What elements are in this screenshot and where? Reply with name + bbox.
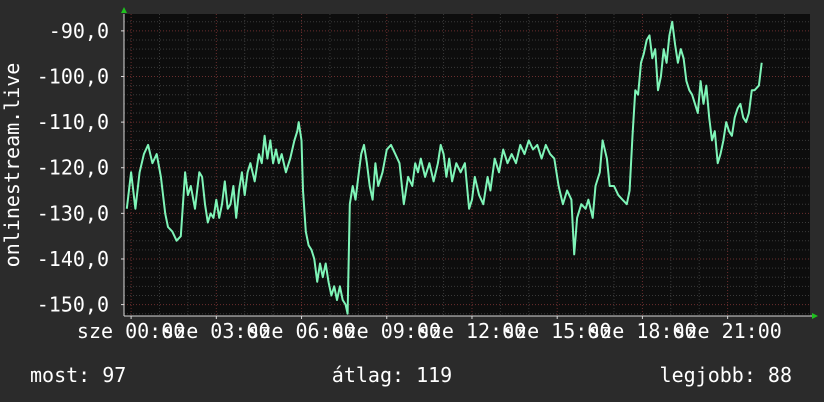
y-tick-label: -130,0 — [37, 201, 109, 225]
x-tick-label: sze 21:00 — [673, 319, 781, 343]
stat-2: legjobb: 88 — [660, 363, 792, 387]
stat-1: átlag: 119 — [332, 363, 452, 387]
line-chart: -150,0 -140,0 -130,0 -120,0 -110,0 -100,0 -90,… — [0, 0, 824, 402]
y-tick-label: -120,0 — [37, 156, 109, 180]
plot-area — [124, 14, 810, 316]
y-tick-label: -90,0 — [49, 19, 109, 43]
stat-0: most: 97 — [30, 363, 126, 387]
x-tick-labels: sze 00:00sze 03:00sze 06:00sze 09:00sze … — [77, 319, 782, 343]
y-tick-label: -150,0 — [37, 293, 109, 317]
y-tick-label: -100,0 — [37, 64, 109, 88]
y-axis-title: onlinestream.live — [0, 63, 24, 268]
y-tick-label: -110,0 — [37, 110, 109, 134]
y-tick-label: -140,0 — [37, 247, 109, 271]
